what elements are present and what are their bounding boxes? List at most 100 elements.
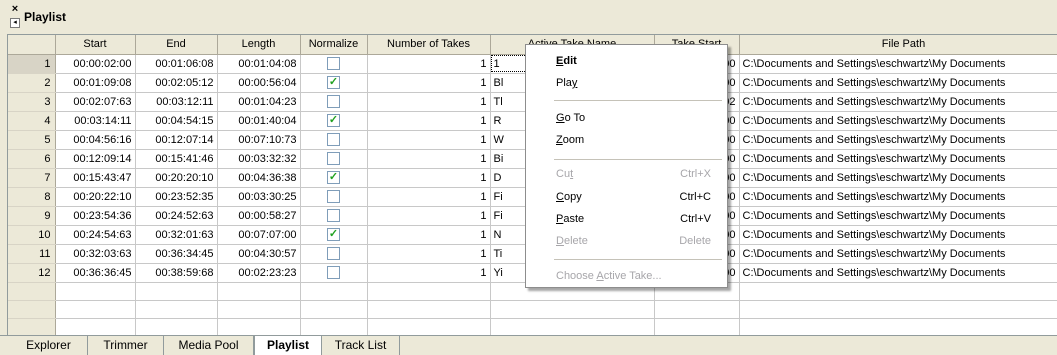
normalize-cell[interactable]: ✓ <box>300 168 368 188</box>
path-cell[interactable]: C:\Documents and Settings\eschwartz\My D… <box>739 130 1057 150</box>
normalize-checkbox[interactable] <box>327 190 340 203</box>
normalize-cell[interactable] <box>300 92 368 112</box>
start-cell[interactable]: 00:01:09:08 <box>55 73 136 93</box>
normalize-cell[interactable] <box>300 130 368 150</box>
normalize-cell[interactable] <box>300 54 368 74</box>
path-cell[interactable]: C:\Documents and Settings\eschwartz\My D… <box>739 225 1057 245</box>
takes-cell[interactable]: 1 <box>367 73 491 93</box>
path-cell[interactable]: C:\Documents and Settings\eschwartz\My D… <box>739 149 1057 169</box>
column-header[interactable]: Normalize <box>300 35 368 55</box>
end-cell[interactable]: 00:03:12:11 <box>135 92 218 112</box>
length-cell[interactable]: 00:02:23:23 <box>217 263 301 283</box>
normalize-checkbox[interactable]: ✓ <box>327 114 340 127</box>
row-number[interactable]: 9 <box>8 206 56 226</box>
menu-item-play[interactable]: Play <box>526 72 727 94</box>
end-cell[interactable]: 00:24:52:63 <box>135 206 218 226</box>
normalize-cell[interactable]: ✓ <box>300 225 368 245</box>
takes-cell[interactable]: 1 <box>367 225 491 245</box>
start-cell[interactable]: 00:15:43:47 <box>55 168 136 188</box>
row-number[interactable]: 11 <box>8 244 56 264</box>
end-cell[interactable]: 00:02:05:12 <box>135 73 218 93</box>
column-header[interactable]: Number of Takes <box>367 35 491 55</box>
pin-icon[interactable]: ◂ <box>10 18 20 28</box>
length-cell[interactable]: 00:03:32:32 <box>217 149 301 169</box>
start-cell[interactable]: 00:36:36:45 <box>55 263 136 283</box>
path-cell[interactable]: C:\Documents and Settings\eschwartz\My D… <box>739 73 1057 93</box>
normalize-checkbox[interactable] <box>327 152 340 165</box>
tab-trimmer[interactable]: Trimmer <box>88 336 164 355</box>
path-cell[interactable]: C:\Documents and Settings\eschwartz\My D… <box>739 263 1057 283</box>
tab-playlist[interactable]: Playlist <box>254 336 322 355</box>
menu-item-paste[interactable]: Paste Ctrl+V <box>526 208 727 230</box>
normalize-checkbox[interactable] <box>327 133 340 146</box>
start-cell[interactable]: 00:32:03:63 <box>55 244 136 264</box>
takes-cell[interactable]: 1 <box>367 130 491 150</box>
end-cell[interactable]: 00:32:01:63 <box>135 225 218 245</box>
normalize-cell[interactable]: ✓ <box>300 111 368 131</box>
takes-cell[interactable]: 1 <box>367 92 491 112</box>
row-number[interactable]: 6 <box>8 149 56 169</box>
end-cell[interactable]: 00:12:07:14 <box>135 130 218 150</box>
column-header[interactable]: End <box>135 35 218 55</box>
start-cell[interactable]: 00:24:54:63 <box>55 225 136 245</box>
row-number[interactable]: 3 <box>8 92 56 112</box>
length-cell[interactable]: 00:01:04:23 <box>217 92 301 112</box>
close-icon[interactable]: × <box>10 4 20 15</box>
column-header[interactable]: Length <box>217 35 301 55</box>
menu-item-copy[interactable]: Copy Ctrl+C <box>526 186 727 208</box>
normalize-checkbox[interactable] <box>327 247 340 260</box>
tab-media-pool[interactable]: Media Pool <box>164 336 254 355</box>
normalize-checkbox[interactable] <box>327 266 340 279</box>
path-cell[interactable]: C:\Documents and Settings\eschwartz\My D… <box>739 244 1057 264</box>
end-cell[interactable]: 00:04:54:15 <box>135 111 218 131</box>
normalize-checkbox[interactable] <box>327 57 340 70</box>
length-cell[interactable]: 00:01:04:08 <box>217 54 301 74</box>
tab-track-list[interactable]: Track List <box>322 336 400 355</box>
length-cell[interactable]: 00:07:07:00 <box>217 225 301 245</box>
takes-cell[interactable]: 1 <box>367 111 491 131</box>
end-cell[interactable]: 00:01:06:08 <box>135 54 218 74</box>
takes-cell[interactable]: 1 <box>367 263 491 283</box>
length-cell[interactable]: 00:01:40:04 <box>217 111 301 131</box>
row-number[interactable]: 7 <box>8 168 56 188</box>
length-cell[interactable]: 00:04:30:57 <box>217 244 301 264</box>
length-cell[interactable]: 00:03:30:25 <box>217 187 301 207</box>
takes-cell[interactable]: 1 <box>367 54 491 74</box>
menu-item-zoom[interactable]: Zoom <box>526 129 727 151</box>
normalize-cell[interactable] <box>300 187 368 207</box>
row-number[interactable]: 10 <box>8 225 56 245</box>
normalize-cell[interactable] <box>300 206 368 226</box>
path-cell[interactable]: C:\Documents and Settings\eschwartz\My D… <box>739 206 1057 226</box>
normalize-checkbox[interactable] <box>327 95 340 108</box>
column-header[interactable]: Start <box>55 35 136 55</box>
length-cell[interactable]: 00:04:36:38 <box>217 168 301 188</box>
takes-cell[interactable]: 1 <box>367 187 491 207</box>
start-cell[interactable]: 00:03:14:11 <box>55 111 136 131</box>
row-number[interactable]: 4 <box>8 111 56 131</box>
takes-cell[interactable]: 1 <box>367 168 491 188</box>
takes-cell[interactable]: 1 <box>367 206 491 226</box>
takes-cell[interactable]: 1 <box>367 149 491 169</box>
normalize-cell[interactable] <box>300 149 368 169</box>
start-cell[interactable]: 00:20:22:10 <box>55 187 136 207</box>
normalize-cell[interactable]: ✓ <box>300 73 368 93</box>
row-number[interactable]: 12 <box>8 263 56 283</box>
menu-item-choose-active-take[interactable]: Choose Active Take... <box>526 265 727 287</box>
path-cell[interactable]: C:\Documents and Settings\eschwartz\My D… <box>739 168 1057 188</box>
start-cell[interactable]: 00:12:09:14 <box>55 149 136 169</box>
tab-explorer[interactable]: Explorer <box>10 336 88 355</box>
menu-item-edit[interactable]: Edit <box>526 50 727 72</box>
row-number[interactable]: 2 <box>8 73 56 93</box>
start-cell[interactable]: 00:04:56:16 <box>55 130 136 150</box>
length-cell[interactable]: 00:00:56:04 <box>217 73 301 93</box>
end-cell[interactable]: 00:15:41:46 <box>135 149 218 169</box>
length-cell[interactable]: 00:07:10:73 <box>217 130 301 150</box>
normalize-checkbox[interactable]: ✓ <box>327 76 340 89</box>
row-number[interactable]: 1 <box>8 54 56 74</box>
start-cell[interactable]: 00:02:07:63 <box>55 92 136 112</box>
row-number[interactable]: 5 <box>8 130 56 150</box>
path-cell[interactable]: C:\Documents and Settings\eschwartz\My D… <box>739 92 1057 112</box>
length-cell[interactable]: 00:00:58:27 <box>217 206 301 226</box>
start-cell[interactable]: 00:23:54:36 <box>55 206 136 226</box>
normalize-checkbox[interactable]: ✓ <box>327 228 340 241</box>
